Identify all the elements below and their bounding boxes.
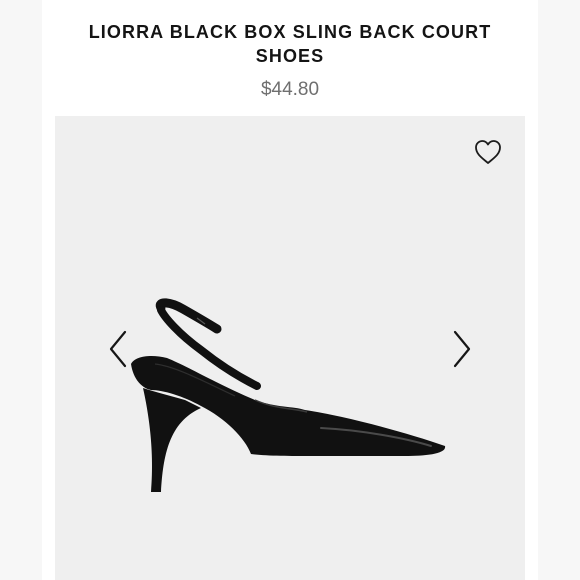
product-price: $44.80 [260,79,320,100]
heart-icon[interactable] [473,138,503,166]
product-title: LIORRA BLACK BOX SLING BACK COURT SHOES [88,22,492,66]
product-image-gallery[interactable] [55,116,525,580]
page-margin-right [538,0,580,580]
product-header: LIORRA BLACK BOX SLING BACK COURT SHOES … [42,0,538,116]
heart-outline-icon [475,140,501,164]
product-page: LIORRA BLACK BOX SLING BACK COURT SHOES … [0,0,580,580]
product-image-shoe [131,298,446,492]
page-margin-left [0,0,42,580]
